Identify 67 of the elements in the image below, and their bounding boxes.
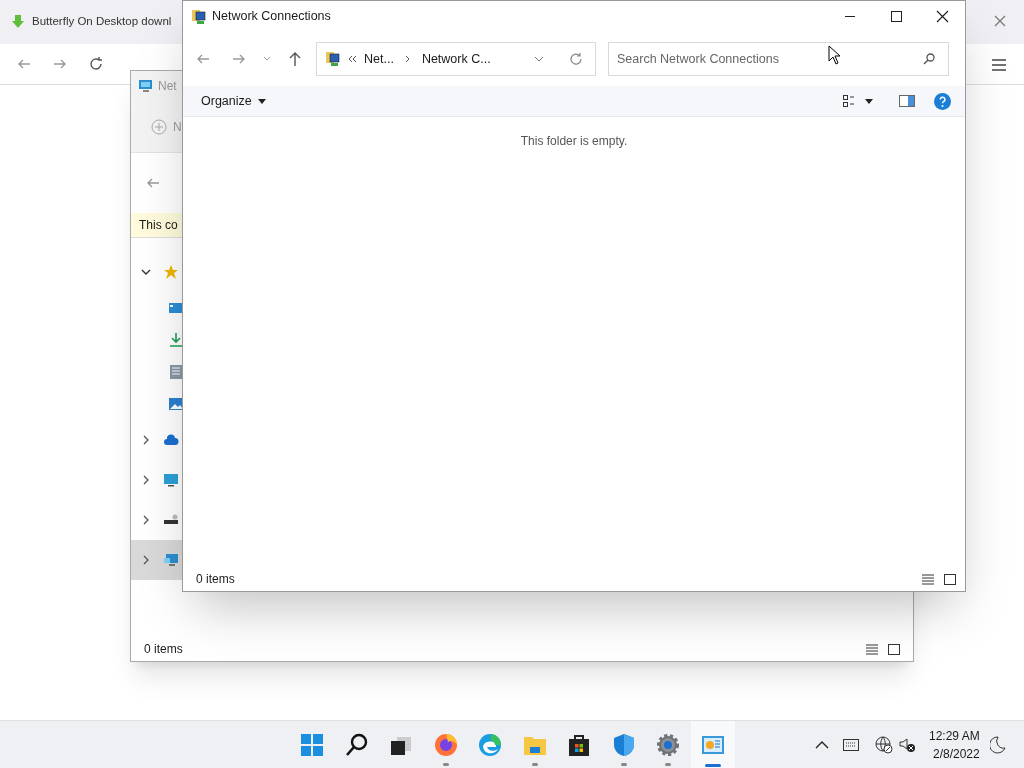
gear-icon[interactable] <box>656 733 681 757</box>
speaker-muted-icon[interactable] <box>899 737 915 753</box>
clock-date: 2/8/2022 <box>933 746 980 763</box>
view-options-icon[interactable] <box>843 95 857 107</box>
chevron-right-icon[interactable] <box>141 555 151 565</box>
chevron-down-icon[interactable] <box>141 267 151 277</box>
status-text: 0 items <box>144 641 183 658</box>
running-indicator <box>620 763 627 766</box>
running-indicator <box>531 763 538 766</box>
star-icon <box>163 264 179 280</box>
status-text: 0 items <box>196 571 235 588</box>
empty-folder-message: This folder is empty. <box>520 133 628 148</box>
menu-icon[interactable] <box>991 58 1007 72</box>
overflow-chevron-icon[interactable] <box>347 54 357 64</box>
network-connections-icon[interactable] <box>700 733 725 757</box>
download-icon <box>10 14 26 30</box>
store-icon[interactable] <box>567 733 592 757</box>
tab-title[interactable]: Butterfly On Desktop downl <box>32 13 172 31</box>
tiles-view-icon[interactable] <box>944 573 956 585</box>
start-icon[interactable] <box>300 733 325 757</box>
caret-icon <box>257 98 266 104</box>
cloud-icon <box>163 432 179 448</box>
download-icon <box>168 332 184 348</box>
chevron-right-icon <box>403 54 412 64</box>
dropdown-icon[interactable] <box>534 55 544 63</box>
chevron-up-icon[interactable] <box>815 740 829 750</box>
tiles-view-icon[interactable] <box>888 643 900 655</box>
breadcrumb-item[interactable]: Network C... <box>421 49 491 69</box>
active-indicator <box>704 764 721 767</box>
monitor-icon <box>163 472 179 488</box>
mouse-cursor-icon <box>828 45 842 65</box>
clock[interactable]: 12:29 AM 2/8/2022 <box>929 727 980 763</box>
reload-icon[interactable] <box>88 56 104 72</box>
chevron-right-icon[interactable] <box>141 435 151 445</box>
network-icon <box>138 78 154 94</box>
search-field[interactable]: Search Network Connections <box>608 42 949 76</box>
preview-pane-icon[interactable] <box>899 95 915 107</box>
edge-icon[interactable] <box>478 733 503 757</box>
network-connections-icon <box>325 51 340 67</box>
caret-icon[interactable] <box>865 98 873 104</box>
shield-icon[interactable] <box>611 733 636 757</box>
info-bar-text: This co <box>139 217 178 234</box>
window-title: Network Connections <box>212 8 331 26</box>
window-title: Net <box>158 78 177 95</box>
search-icon[interactable] <box>923 53 935 65</box>
details-view-icon[interactable] <box>922 573 934 585</box>
chevron-right-icon[interactable] <box>141 515 151 525</box>
running-indicator <box>442 763 449 766</box>
breadcrumb-item[interactable]: Net... <box>364 49 394 69</box>
up-icon[interactable] <box>288 51 302 67</box>
search-icon[interactable] <box>344 733 369 757</box>
close-tab-icon[interactable] <box>994 15 1006 27</box>
network-icon <box>163 552 179 568</box>
globe-icon[interactable] <box>875 736 893 754</box>
clock-time: 12:29 AM <box>929 728 980 745</box>
recent-locations-icon[interactable] <box>263 55 271 63</box>
moon-icon[interactable] <box>989 736 1006 754</box>
running-indicator <box>665 763 672 766</box>
details-view-icon[interactable] <box>866 643 878 655</box>
help-icon[interactable] <box>934 92 951 110</box>
network-connections-icon <box>191 8 206 25</box>
firefox-icon[interactable] <box>433 733 458 757</box>
address-bar[interactable]: Net... Network C... <box>316 42 596 76</box>
refresh-icon[interactable] <box>569 52 583 66</box>
chevron-right-icon[interactable] <box>141 475 151 485</box>
keyboard-icon[interactable] <box>843 739 859 751</box>
organize-button[interactable]: Organize <box>201 91 266 111</box>
